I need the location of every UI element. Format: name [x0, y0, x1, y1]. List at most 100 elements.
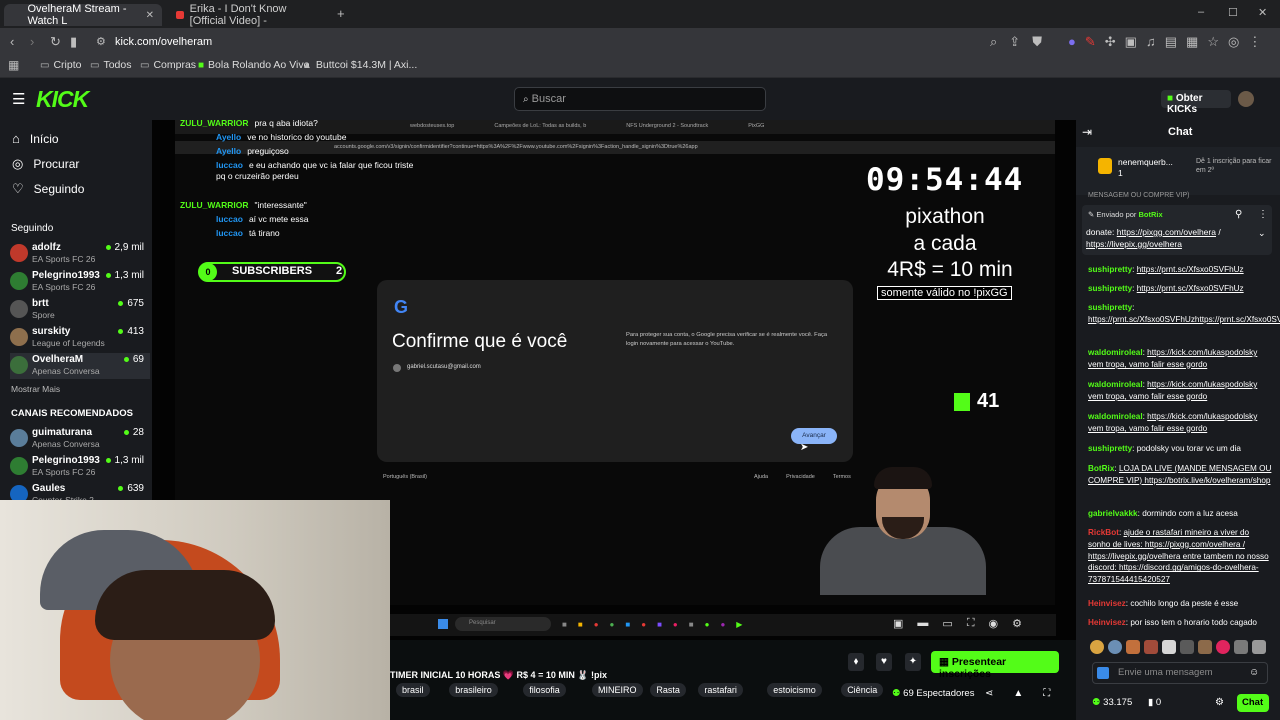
- extension-toolbar: ● ✎ ✣ ▣ ♫ ▤ ▦ ☆ ◎ ⋮: [1068, 34, 1261, 50]
- chat-username[interactable]: waldomiroleal: [1088, 412, 1143, 421]
- url-field[interactable]: kick.com/ovelheram: [115, 36, 212, 48]
- puzzle-icon[interactable]: ✣: [1105, 34, 1116, 50]
- folder-icon: ▭: [40, 59, 50, 71]
- bookmark-icon[interactable]: ▮: [70, 34, 77, 50]
- wallet-icon[interactable]: ▦: [1186, 34, 1198, 50]
- mostrar-mais-link[interactable]: Mostrar Mais: [11, 384, 60, 394]
- chat-username[interactable]: sushipretty: [1088, 265, 1132, 274]
- pip-icon[interactable]: ▣: [893, 617, 903, 630]
- hamburger-menu-icon[interactable]: ☰: [12, 90, 25, 108]
- chat-send-button[interactable]: Chat: [1237, 694, 1269, 712]
- sparkle-icon[interactable]: ✦: [905, 653, 921, 671]
- bookmark-compras[interactable]: ▭ Compras: [140, 59, 196, 71]
- follow-heart-icon[interactable]: ♥: [876, 653, 892, 671]
- more-options-icon[interactable]: ⋮: [1258, 209, 1268, 220]
- nav-procurar[interactable]: ◎ Procurar: [12, 156, 79, 172]
- taskbar-search: Pesquisar: [455, 617, 551, 631]
- channel-category: Apenas Conversa: [32, 366, 100, 376]
- pinned-link[interactable]: https://pixgg.com/ovelhera: [1117, 227, 1216, 237]
- minimize-icon[interactable]: –: [1198, 6, 1204, 18]
- sidebar-channel[interactable]: brtt Spore 675: [10, 297, 150, 323]
- obter-kicks-button[interactable]: ■ Obter KICKs: [1161, 90, 1231, 115]
- bookmark-cripto[interactable]: ▭ Cripto: [40, 59, 81, 71]
- chat-username[interactable]: sushipretty: [1088, 444, 1132, 453]
- chat-username[interactable]: BotRix: [1088, 464, 1114, 473]
- shield-icon[interactable]: ⛊: [1032, 34, 1042, 50]
- forward-icon[interactable]: ›: [30, 34, 34, 49]
- tag-pill[interactable]: brasileiro: [449, 683, 498, 697]
- favorites-icon[interactable]: ☆: [1207, 34, 1219, 50]
- share-icon[interactable]: ⋖: [985, 688, 993, 699]
- collapse-chat-icon[interactable]: ⇥: [1082, 125, 1092, 139]
- kick-logo[interactable]: KICK: [36, 86, 89, 113]
- sidebar-channel[interactable]: surskity League of Legends 413: [10, 325, 150, 351]
- back-icon[interactable]: ‹: [10, 34, 14, 49]
- user-avatar[interactable]: [1238, 91, 1254, 107]
- close-icon[interactable]: ✕: [146, 10, 154, 21]
- share-icon[interactable]: ⇪: [1009, 34, 1020, 50]
- tag-pill[interactable]: Ciência: [841, 683, 884, 697]
- clip-icon[interactable]: ◉: [989, 617, 999, 630]
- music-icon[interactable]: ♫: [1146, 34, 1156, 50]
- reload-icon[interactable]: ↻: [50, 34, 61, 50]
- tag-pill[interactable]: rastafari: [698, 683, 743, 697]
- sidebar-channel[interactable]: guimaturana Apenas Conversa 28: [10, 426, 150, 452]
- copilot-icon[interactable]: ◎: [1228, 34, 1239, 50]
- notification-bell-icon[interactable]: ⬧: [848, 653, 864, 671]
- settings-icon[interactable]: ⚙: [1012, 617, 1022, 630]
- search-input[interactable]: ⌕ Buscar: [514, 87, 766, 111]
- tag-pill[interactable]: filosofia: [523, 683, 566, 697]
- chat-username[interactable]: gabrielvakkk: [1088, 509, 1138, 518]
- kick-k-icon: [954, 393, 970, 411]
- emote-bar: [1090, 640, 1270, 658]
- pinned-link[interactable]: https://livepix.gg/ovelhera: [1086, 239, 1182, 249]
- presentear-inscricoes-button[interactable]: ▦ Presentear inscrições: [931, 651, 1059, 680]
- menu-icon[interactable]: ⋮: [1248, 34, 1261, 50]
- extension-icon[interactable]: ✎: [1085, 34, 1096, 50]
- bookmark-bola-rolando[interactable]: ■ Bola Rolando Ao Vivo: [198, 59, 309, 71]
- bookmark-todos[interactable]: ▭ Todos: [90, 59, 131, 71]
- sidebar-channel[interactable]: OvelheraM Apenas Conversa 69: [10, 353, 150, 379]
- extension-icon[interactable]: ●: [1068, 34, 1076, 50]
- report-icon[interactable]: ▲: [1013, 688, 1023, 699]
- apps-icon[interactable]: ▦: [8, 58, 19, 72]
- chat-input[interactable]: Envie uma mensagem: [1096, 664, 1266, 682]
- theater-icon[interactable]: ▬: [917, 617, 928, 630]
- chat-username[interactable]: Heinvisez: [1088, 618, 1126, 627]
- chat-username[interactable]: waldomiroleal: [1088, 348, 1143, 357]
- nav-seguindo[interactable]: ♡ Seguindo: [12, 181, 84, 197]
- new-tab-icon[interactable]: +: [337, 6, 345, 21]
- tag-pill[interactable]: MINEIRO: [592, 683, 643, 697]
- zoom-icon[interactable]: ⌕: [990, 34, 997, 50]
- tag-pill[interactable]: Rasta: [650, 683, 686, 697]
- pin-icon[interactable]: ⚲: [1235, 209, 1242, 220]
- youtube-icon: [176, 11, 184, 19]
- sidebar-channel[interactable]: Pelegrino1993 EA Sports FC 26 1,3 mil: [10, 269, 150, 295]
- chat-settings-icon[interactable]: ⚙: [1215, 697, 1224, 708]
- tag-pill[interactable]: brasil: [396, 683, 430, 697]
- avancar-button[interactable]: Avançar: [791, 428, 837, 444]
- tab-kick[interactable]: OvelheraM Stream - Watch L ✕: [4, 3, 162, 27]
- nav-inicio[interactable]: ⌂ Início: [12, 131, 59, 146]
- fullscreen-icon[interactable]: ⛶: [967, 617, 975, 630]
- chevron-down-icon[interactable]: ⌄: [1258, 228, 1266, 239]
- site-info-icon[interactable]: ⚙: [96, 35, 106, 48]
- sidebar-icon[interactable]: ▤: [1165, 34, 1177, 50]
- chat-username[interactable]: sushipretty: [1088, 284, 1132, 293]
- sidebar-channel[interactable]: adolfz EA Sports FC 26 2,9 mil: [10, 241, 150, 267]
- more-icon[interactable]: ⛶: [1043, 688, 1050, 699]
- chat-username[interactable]: Heinvisez: [1088, 599, 1126, 608]
- tab-youtube[interactable]: Erika - I Don't Know [Official Video] -: [168, 3, 333, 27]
- chat-username[interactable]: waldomiroleal: [1088, 380, 1143, 389]
- bookmark-buttcoi[interactable]: ▲ Buttcoi $14.3M | Axi...: [302, 59, 417, 71]
- close-window-icon[interactable]: ✕: [1258, 6, 1267, 19]
- cast-icon[interactable]: ▣: [1125, 34, 1137, 50]
- monitor-icon[interactable]: ▭: [942, 617, 952, 630]
- maximize-icon[interactable]: ☐: [1228, 6, 1238, 19]
- emoji-icon[interactable]: ☺: [1249, 667, 1259, 678]
- overlay-chat-message: ZULU_WARRIOR "interessante": [180, 200, 440, 211]
- chat-username[interactable]: sushipretty: [1088, 303, 1132, 312]
- tag-pill[interactable]: estoicismo: [767, 683, 822, 697]
- chat-username[interactable]: RickBot: [1088, 528, 1119, 537]
- sidebar-channel[interactable]: Pelegrino1993 EA Sports FC 26 1,3 mil: [10, 454, 150, 480]
